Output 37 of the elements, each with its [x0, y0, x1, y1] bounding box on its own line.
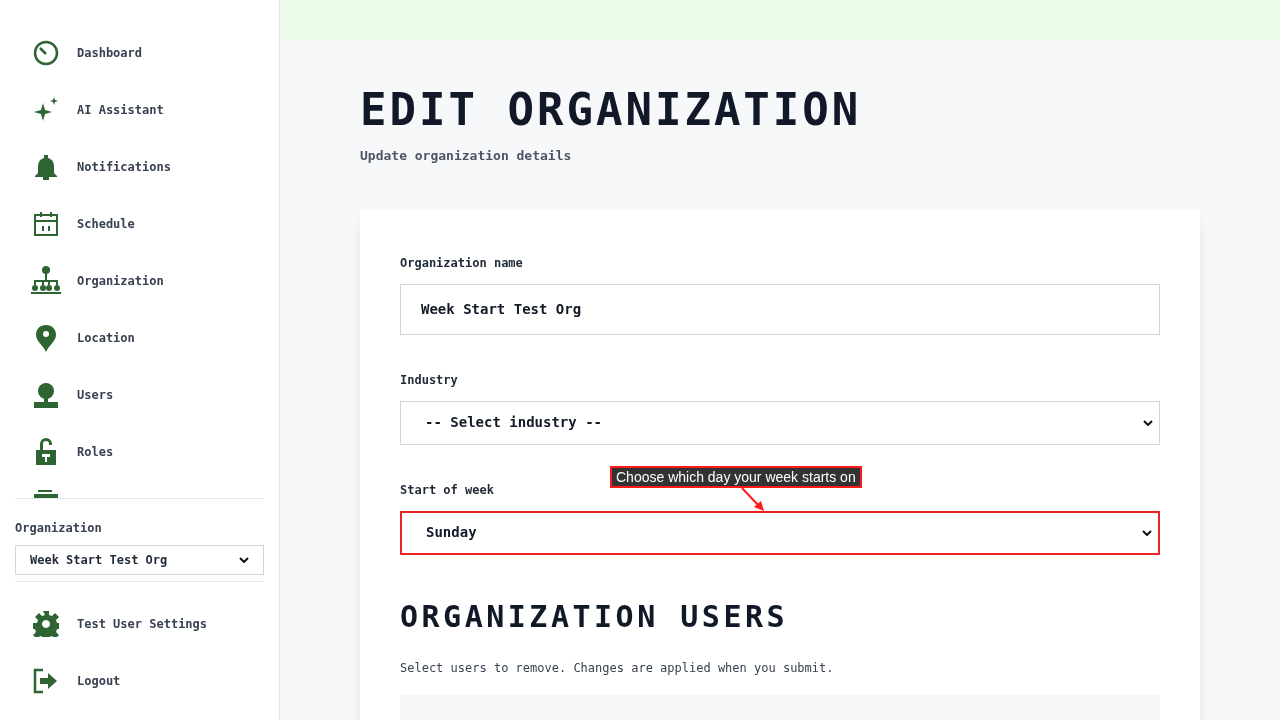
field-label: Organization name	[400, 254, 524, 272]
sidebar-item[interactable]: Test User Settings	[30, 595, 279, 652]
user-icon	[33, 381, 59, 408]
map-pin-icon	[35, 323, 57, 352]
section-title: ORGANIZATION USERS	[400, 598, 790, 635]
org-label: Organization	[15, 520, 103, 537]
gauge-icon	[33, 39, 59, 66]
field-label: Industry	[400, 371, 459, 389]
sidebar-item[interactable]: Users	[30, 366, 279, 423]
sidebar-item[interactable]: Notifications	[30, 138, 279, 195]
sidebar-item[interactable]: Roles	[30, 423, 279, 480]
chevron-icon	[1142, 529, 1152, 536]
padlock-icon	[35, 437, 57, 466]
page-title: EDIT ORGANIZATION	[360, 84, 863, 136]
sidebar-item[interactable]: Logout	[30, 652, 279, 709]
annotation-arrow	[740, 487, 766, 512]
sidebar-item[interactable]: Organization	[30, 252, 279, 309]
section-description: Select users to remove. Changes are applied when you submit.	[400, 659, 835, 677]
bell-icon	[33, 153, 59, 180]
sidebar-item[interactable]: Dashboard	[30, 24, 279, 81]
sidebar-item[interactable]: AI Assistant	[30, 81, 279, 138]
sidebar-item[interactable]: Location	[30, 309, 279, 366]
chevron-icon	[1143, 419, 1153, 426]
calendar-icon	[33, 210, 59, 237]
page-subtitle: Update organization details	[360, 147, 573, 165]
org-chart-icon	[30, 264, 62, 297]
logout-icon	[33, 667, 59, 694]
select-field[interactable]: Sunday	[400, 510, 1160, 555]
organization-select[interactable]: Week Start Test Org	[15, 545, 264, 575]
sidebar-item[interactable]: Schedule	[30, 195, 279, 252]
cut-off-icon	[34, 490, 58, 498]
settings-icon	[33, 610, 59, 637]
chevron-icon	[239, 557, 249, 563]
annotation-tooltip: Choose which day your week starts on	[610, 466, 862, 488]
field-label: Start of week	[400, 481, 495, 499]
select-field[interactable]: -- Select industry --	[400, 400, 1160, 445]
input-field[interactable]: Week Start Test Org	[400, 283, 1160, 335]
